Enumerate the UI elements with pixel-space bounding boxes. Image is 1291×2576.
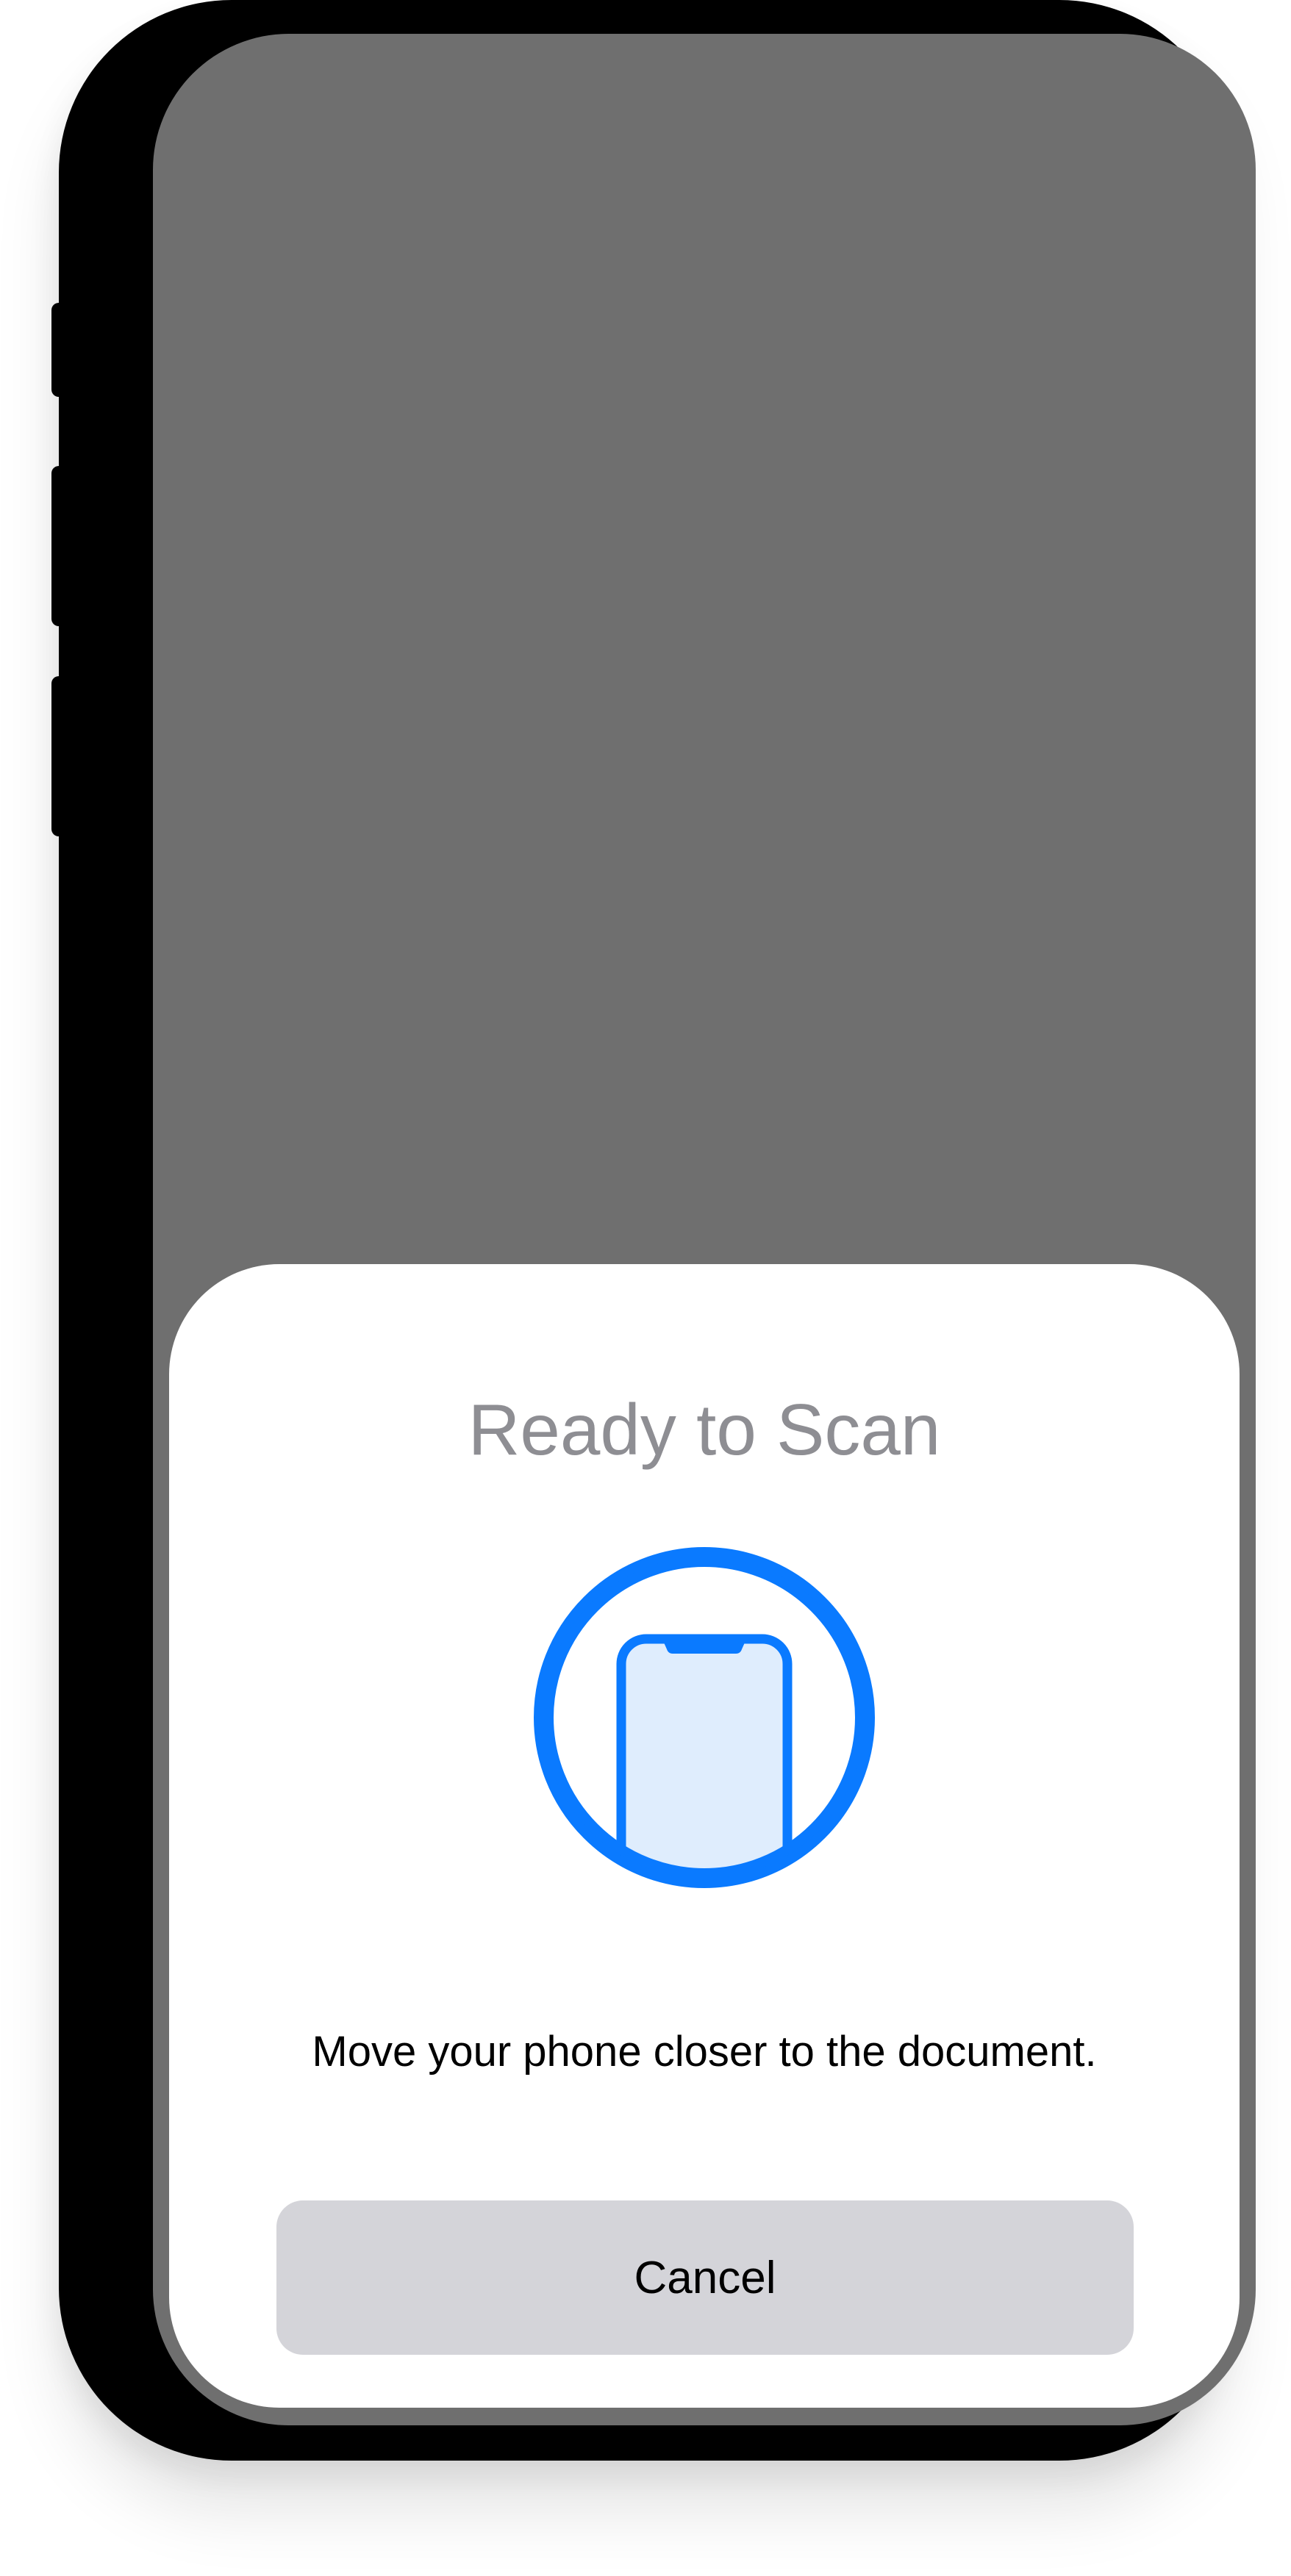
sheet-message: Move your phone closer to the document. (312, 2028, 1097, 2075)
cancel-button[interactable]: Cancel (276, 2200, 1134, 2355)
sheet-title: Ready to Scan (468, 1389, 941, 1470)
phone-screen: Ready to Scan Move your phone closer to … (153, 34, 1256, 2425)
app-stage: Ready to Scan Move your phone closer to … (0, 0, 1291, 2576)
phone-frame: Ready to Scan Move your phone closer to … (59, 0, 1256, 2461)
phone-scan-icon (533, 1546, 876, 1889)
scan-sheet: Ready to Scan Move your phone closer to … (169, 1264, 1240, 2408)
